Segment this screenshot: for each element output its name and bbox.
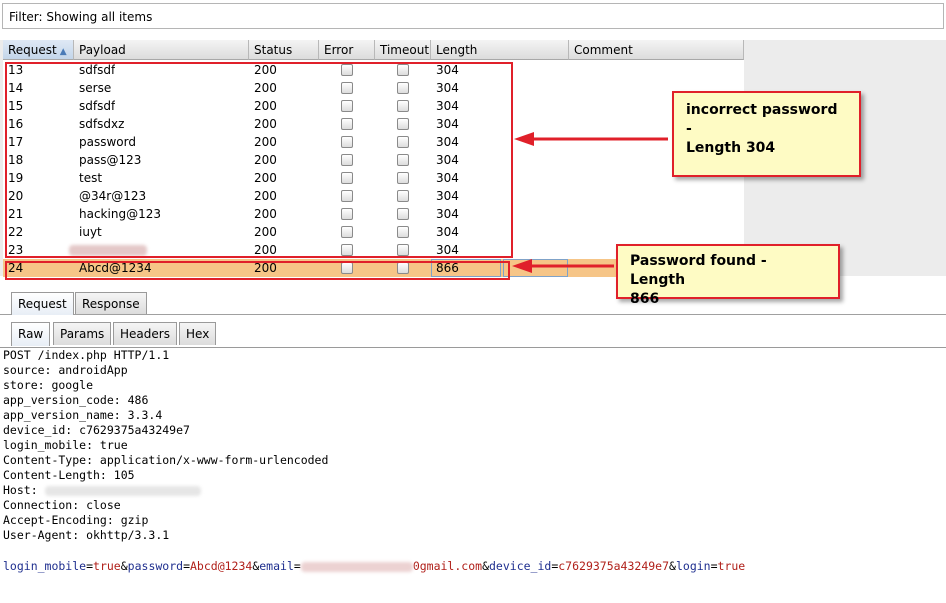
column-header-error[interactable]: Error — [319, 40, 375, 60]
column-header-comment[interactable]: Comment — [569, 40, 744, 60]
tab-params[interactable]: Params — [53, 322, 112, 345]
redacted-host — [44, 485, 201, 496]
redacted-email — [300, 561, 413, 572]
filter-label: Filter: Showing all items — [9, 10, 153, 24]
filter-bar[interactable]: Filter: Showing all items — [2, 3, 944, 29]
request-header-line: source: androidApp — [3, 363, 128, 377]
column-header-timeout[interactable]: Timeout — [375, 40, 431, 60]
request-header-line: Content-Length: 105 — [3, 468, 135, 482]
callout-incorrect-line2: Length 304 — [686, 140, 776, 156]
callout-found-line1: Password found - Length — [630, 253, 767, 288]
request-body-line: login_mobile=true&password=Abcd@1234&ema… — [3, 559, 746, 573]
request-header-line: app_version_code: 486 — [3, 393, 149, 407]
callout-incorrect-password: incorrect password - Length 304 — [672, 91, 861, 177]
tab-response[interactable]: Response — [75, 292, 147, 314]
request-header-line: User-Agent: okhttp/3.3.1 — [3, 528, 170, 542]
column-header-length[interactable]: Length — [431, 40, 569, 60]
tab-headers[interactable]: Headers — [113, 322, 177, 345]
column-header-status[interactable]: Status — [249, 40, 319, 60]
request-header-line: Content-Type: application/x-www-form-url… — [3, 453, 329, 467]
column-header-payload[interactable]: Payload — [74, 40, 249, 60]
request-header-line: Accept-Encoding: gzip — [3, 513, 149, 527]
tab-raw[interactable]: Raw — [11, 322, 51, 346]
tab-request[interactable]: Request — [11, 292, 74, 315]
request-header-line: Connection: close — [3, 498, 121, 512]
request-header-line: device_id: c7629375a43249e7 — [3, 423, 190, 437]
request-header-line: app_version_name: 3.3.4 — [3, 408, 163, 422]
comment-cell-editor — [503, 259, 568, 277]
request-header-line: login_mobile: true — [3, 438, 128, 452]
sort-ascending-icon: ▲ — [59, 47, 67, 57]
tab-hex[interactable]: Hex — [179, 322, 217, 345]
incorrect-results-highlight — [5, 62, 513, 258]
request-header-line: store: google — [3, 378, 94, 392]
request-header-line: Host: — [3, 483, 201, 498]
raw-request-editor[interactable]: POST /index.php HTTP/1.1 source: androidA… — [0, 347, 946, 603]
request-response-tabbar: Request Response — [0, 290, 946, 315]
column-header-request[interactable]: Request ▲ — [3, 40, 74, 60]
callout-incorrect-line1: incorrect password - — [686, 102, 838, 137]
message-view-tabbar: Raw Params Headers Hex — [0, 321, 946, 346]
request-header-line: POST /index.php HTTP/1.1 — [3, 348, 170, 362]
found-result-highlight — [5, 261, 510, 280]
